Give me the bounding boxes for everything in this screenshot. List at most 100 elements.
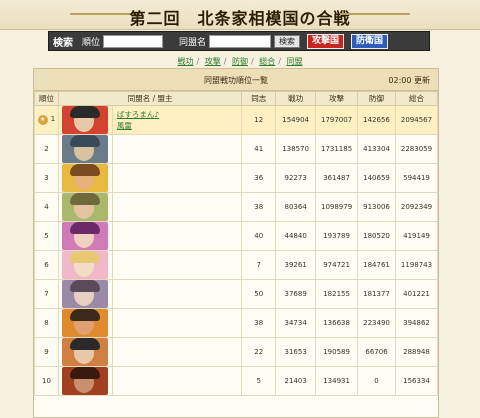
members-cell: 40 bbox=[241, 221, 277, 251]
rank-cell: 4 bbox=[34, 192, 59, 222]
leader-portrait-avatar[interactable] bbox=[62, 106, 109, 134]
defense-cell: 180520 bbox=[357, 221, 396, 251]
tab-total[interactable]: 総合 bbox=[259, 57, 275, 66]
total-cell: 2092349 bbox=[394, 192, 439, 222]
rank-value: 9 bbox=[44, 348, 49, 356]
tab-defense[interactable]: 防御 bbox=[232, 57, 248, 66]
tab-alliance[interactable]: 同盟 bbox=[287, 57, 303, 66]
rank-cell: 8 bbox=[34, 308, 59, 338]
leader-portrait-avatar[interactable] bbox=[62, 367, 109, 395]
rank-cell: 10 bbox=[34, 366, 59, 396]
portrait-hair bbox=[70, 135, 101, 147]
top-rank-badge-icon: ★ bbox=[37, 115, 48, 125]
col-members: 同志 bbox=[241, 91, 277, 106]
leader-portrait-avatar[interactable] bbox=[62, 135, 109, 163]
members-cell: 22 bbox=[241, 337, 277, 367]
attack-cell: 182155 bbox=[315, 279, 359, 309]
table-row[interactable]: 4 38 80364 1098979 913006 2092349 bbox=[34, 192, 439, 222]
table-row[interactable]: 10 5 21403 134931 0 156334 bbox=[34, 366, 439, 396]
rank-value: 7 bbox=[44, 290, 49, 298]
rank-value: 3 bbox=[44, 174, 49, 182]
tab-separator: / bbox=[278, 57, 281, 66]
rank-cell: 9 bbox=[34, 337, 59, 367]
alliance-leader-cell bbox=[111, 221, 243, 251]
attack-cell: 190589 bbox=[315, 337, 359, 367]
members-cell: 7 bbox=[241, 250, 277, 280]
leader-portrait-avatar[interactable] bbox=[62, 164, 109, 192]
attack-country-button[interactable]: 攻撃国 bbox=[307, 33, 345, 49]
defense-cell: 184761 bbox=[357, 250, 396, 280]
alliance-leader-cell bbox=[111, 250, 243, 280]
portrait-hair bbox=[70, 280, 101, 292]
defense-cell: 223490 bbox=[357, 308, 396, 338]
col-alliance-leader: 同盟名 / 盟主 bbox=[57, 91, 243, 106]
merit-cell: 138570 bbox=[275, 134, 317, 164]
table-row[interactable]: 8 38 34734 136638 223490 394862 bbox=[34, 308, 439, 338]
defense-cell: 913006 bbox=[357, 192, 396, 222]
rank-cell: 2 bbox=[34, 134, 59, 164]
table-body: ★ 1 ばすろまん♪ 風雷 12 154904 1797007 142656 2094567 2 4… bbox=[34, 105, 439, 396]
avatar-cell bbox=[57, 163, 113, 193]
total-cell: 394862 bbox=[394, 308, 439, 338]
avatar-cell bbox=[57, 366, 113, 396]
update-time: 02:00 更新 bbox=[388, 75, 430, 86]
tab-merit[interactable]: 戦功 bbox=[178, 57, 194, 66]
table-row[interactable]: 7 50 37689 182155 181377 401221 bbox=[34, 279, 439, 309]
avatar-cell bbox=[57, 250, 113, 280]
avatar-cell bbox=[57, 279, 113, 309]
alliance-leader-cell bbox=[111, 337, 243, 367]
members-cell: 36 bbox=[241, 163, 277, 193]
total-cell: 401221 bbox=[394, 279, 439, 309]
table-row[interactable]: 6 7 39261 974721 184761 1198743 bbox=[34, 250, 439, 280]
attack-cell: 1098979 bbox=[315, 192, 359, 222]
table-row[interactable]: 9 22 31653 190589 66706 288948 bbox=[34, 337, 439, 367]
avatar-cell bbox=[57, 337, 113, 367]
defense-cell: 140659 bbox=[357, 163, 396, 193]
tab-attack[interactable]: 攻撃 bbox=[205, 57, 221, 66]
ranking-board: 同盟戦功順位一覧 02:00 更新 順位 同盟名 / 盟主 同志 戦功 攻撃 防… bbox=[33, 68, 439, 418]
leader-portrait-avatar[interactable] bbox=[62, 251, 109, 279]
col-attack: 攻撃 bbox=[315, 91, 359, 106]
portrait-hair bbox=[70, 309, 101, 321]
total-cell: 2283059 bbox=[394, 134, 439, 164]
defense-country-button[interactable]: 防衛国 bbox=[351, 33, 389, 49]
table-row[interactable]: 3 36 92273 361487 140659 594419 bbox=[34, 163, 439, 193]
alliance-leader-cell bbox=[111, 308, 243, 338]
portrait-hair bbox=[70, 222, 101, 234]
alliance-leader-cell bbox=[111, 279, 243, 309]
update-time-value: 02:00 bbox=[388, 76, 412, 85]
merit-cell: 44840 bbox=[275, 221, 317, 251]
members-cell: 38 bbox=[241, 192, 277, 222]
leader-portrait-avatar[interactable] bbox=[62, 222, 109, 250]
update-label: 更新 bbox=[414, 76, 430, 85]
total-cell: 594419 bbox=[394, 163, 439, 193]
rank-value: 5 bbox=[44, 232, 49, 240]
col-defense: 防御 bbox=[357, 91, 396, 106]
search-bar: 検索 順位 同盟名 検索 攻撃国 防衛国 bbox=[48, 31, 430, 51]
merit-cell: 80364 bbox=[275, 192, 317, 222]
rank-value: 10 bbox=[42, 377, 51, 385]
avatar-cell bbox=[57, 192, 113, 222]
alliance-input[interactable] bbox=[209, 34, 272, 48]
rank-cell: 7 bbox=[34, 279, 59, 309]
search-button[interactable]: 検索 bbox=[274, 34, 301, 48]
leader-name-link[interactable]: 風雷 bbox=[117, 120, 241, 131]
leader-portrait-avatar[interactable] bbox=[62, 280, 109, 308]
table-row[interactable]: ★ 1 ばすろまん♪ 風雷 12 154904 1797007 142656 2094567 bbox=[34, 105, 439, 135]
rank-cell: ★ 1 bbox=[34, 105, 59, 135]
table-row[interactable]: 2 41 138570 1731185 413304 2283059 bbox=[34, 134, 439, 164]
defense-cell: 0 bbox=[357, 366, 396, 396]
members-cell: 5 bbox=[241, 366, 277, 396]
defense-cell: 413304 bbox=[357, 134, 396, 164]
defense-cell: 66706 bbox=[357, 337, 396, 367]
table-row[interactable]: 5 40 44840 193789 180520 419149 bbox=[34, 221, 439, 251]
leader-portrait-avatar[interactable] bbox=[62, 309, 109, 337]
members-cell: 12 bbox=[241, 105, 277, 135]
ranking-tabs: 戦功 / 攻撃 / 防御 / 総合 / 同盟 bbox=[0, 56, 480, 67]
members-cell: 41 bbox=[241, 134, 277, 164]
leader-portrait-avatar[interactable] bbox=[62, 338, 109, 366]
rank-input[interactable] bbox=[103, 34, 164, 48]
alliance-name-link[interactable]: ばすろまん♪ bbox=[117, 109, 241, 120]
leader-portrait-avatar[interactable] bbox=[62, 193, 109, 221]
rank-cell: 6 bbox=[34, 250, 59, 280]
